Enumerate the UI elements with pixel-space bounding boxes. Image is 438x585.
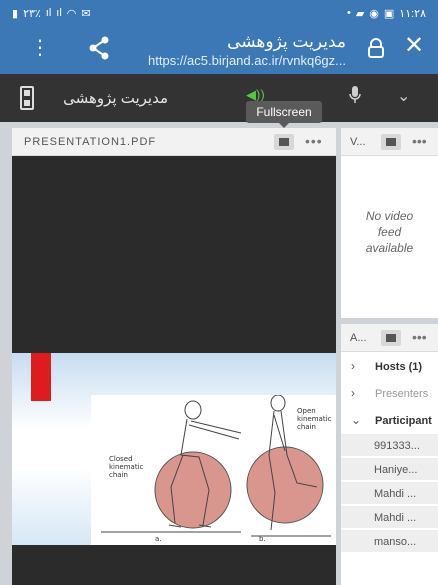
share-icon[interactable]: [88, 36, 110, 65]
chevron-right-icon: ›: [351, 386, 355, 400]
clock-time: ۱۱:۲۸: [399, 7, 426, 20]
video-pod: V... ••• No video feed available: [341, 128, 438, 318]
image-icon: ▣: [383, 7, 395, 20]
menu-icon[interactable]: ⋮: [30, 38, 50, 58]
svg-text:chain: chain: [109, 471, 128, 479]
label-a: a.: [155, 535, 162, 543]
chevron-down-icon: ⌄: [351, 413, 362, 427]
fullscreen-icon[interactable]: [381, 330, 401, 346]
fullscreen-icon[interactable]: [274, 134, 294, 150]
microphone-icon[interactable]: [349, 86, 361, 109]
room-name: مدیریت پژوهشی: [63, 90, 168, 107]
svg-text:kinematic: kinematic: [109, 463, 144, 471]
right-column: V... ••• No video feed available A... ••…: [341, 128, 438, 585]
presentation-slide[interactable]: Closed kinematic chain a. Open kinematic…: [12, 353, 336, 545]
attendees-pod: A... ••• › Hosts (1) › Presenters ⌄ Part…: [341, 324, 438, 585]
more-options-icon[interactable]: •••: [305, 133, 323, 149]
share-pod-title: PRESENTATION1.PDF: [24, 136, 157, 148]
share-pod-header: PRESENTATION1.PDF •••: [12, 128, 336, 156]
status-bar: ▮ ۲۳٪ ıl ıl ◠ ✉ • ▰ ◉ ▣ ۱۱:۲۸: [0, 0, 438, 26]
fullscreen-tooltip: Fullscreen: [246, 101, 322, 128]
fullscreen-icon[interactable]: [381, 134, 401, 150]
chevron-down-icon[interactable]: ⌄: [397, 86, 410, 106]
svg-text:chain: chain: [297, 423, 316, 431]
open-chain-label: Open: [297, 407, 316, 415]
video-pod-title: V...: [350, 136, 366, 148]
list-item[interactable]: Haniye...: [341, 458, 438, 481]
app-logo-icon[interactable]: [20, 86, 34, 110]
attendees-pod-title: A...: [350, 332, 367, 344]
list-item[interactable]: 991333...: [341, 434, 438, 457]
page-title: مدیریت پژوهشی: [227, 32, 346, 51]
group-hosts[interactable]: › Hosts (1): [341, 354, 438, 379]
meeting-header: مدیریت پژوهشی ◀)) ⌄: [0, 74, 438, 122]
signal-icon: ıl: [45, 7, 52, 19]
chat-icon: ▰: [355, 7, 365, 20]
sync-icon: ◉: [369, 7, 379, 20]
label-b: b.: [259, 535, 266, 543]
more-options-icon[interactable]: •••: [412, 133, 427, 149]
share-pod: PRESENTATION1.PDF ••• Closed kinematic c…: [12, 128, 336, 585]
browser-toolbar: ⋮ مدیریت پژوهشی https://ac5.birjand.ac.i…: [0, 26, 438, 74]
list-item[interactable]: Mahdi ...: [341, 482, 438, 505]
slide-image: Closed kinematic chain a. Open kinematic…: [91, 394, 336, 545]
list-item[interactable]: manso...: [341, 530, 438, 553]
battery-percent: ۲۳٪: [23, 7, 41, 20]
signal-icon-2: ıl: [56, 7, 62, 19]
battery-icon: ▮: [12, 7, 19, 20]
group-participants[interactable]: ⌄ Participant: [341, 408, 438, 433]
chevron-right-icon: ›: [351, 359, 355, 373]
video-pod-header: V... •••: [341, 128, 438, 156]
url-text[interactable]: https://ac5.birjand.ac.ir/rvnkq6gz...: [148, 53, 346, 68]
svg-text:kinematic: kinematic: [297, 415, 332, 423]
wifi-icon: ◠: [66, 7, 77, 20]
group-presenters[interactable]: › Presenters: [341, 381, 438, 406]
attendees-pod-header: A... •••: [341, 324, 438, 352]
slide-red-bar: [31, 353, 51, 401]
list-item[interactable]: Mahdi ...: [341, 506, 438, 529]
lock-icon[interactable]: [367, 38, 385, 63]
no-video-message: No video feed available: [365, 209, 414, 255]
close-icon[interactable]: ✕: [404, 34, 424, 58]
dot-icon: •: [346, 7, 351, 19]
notification-icon: ✉: [81, 7, 91, 20]
more-options-icon[interactable]: •••: [412, 329, 427, 345]
closed-chain-label: Closed: [109, 455, 133, 463]
